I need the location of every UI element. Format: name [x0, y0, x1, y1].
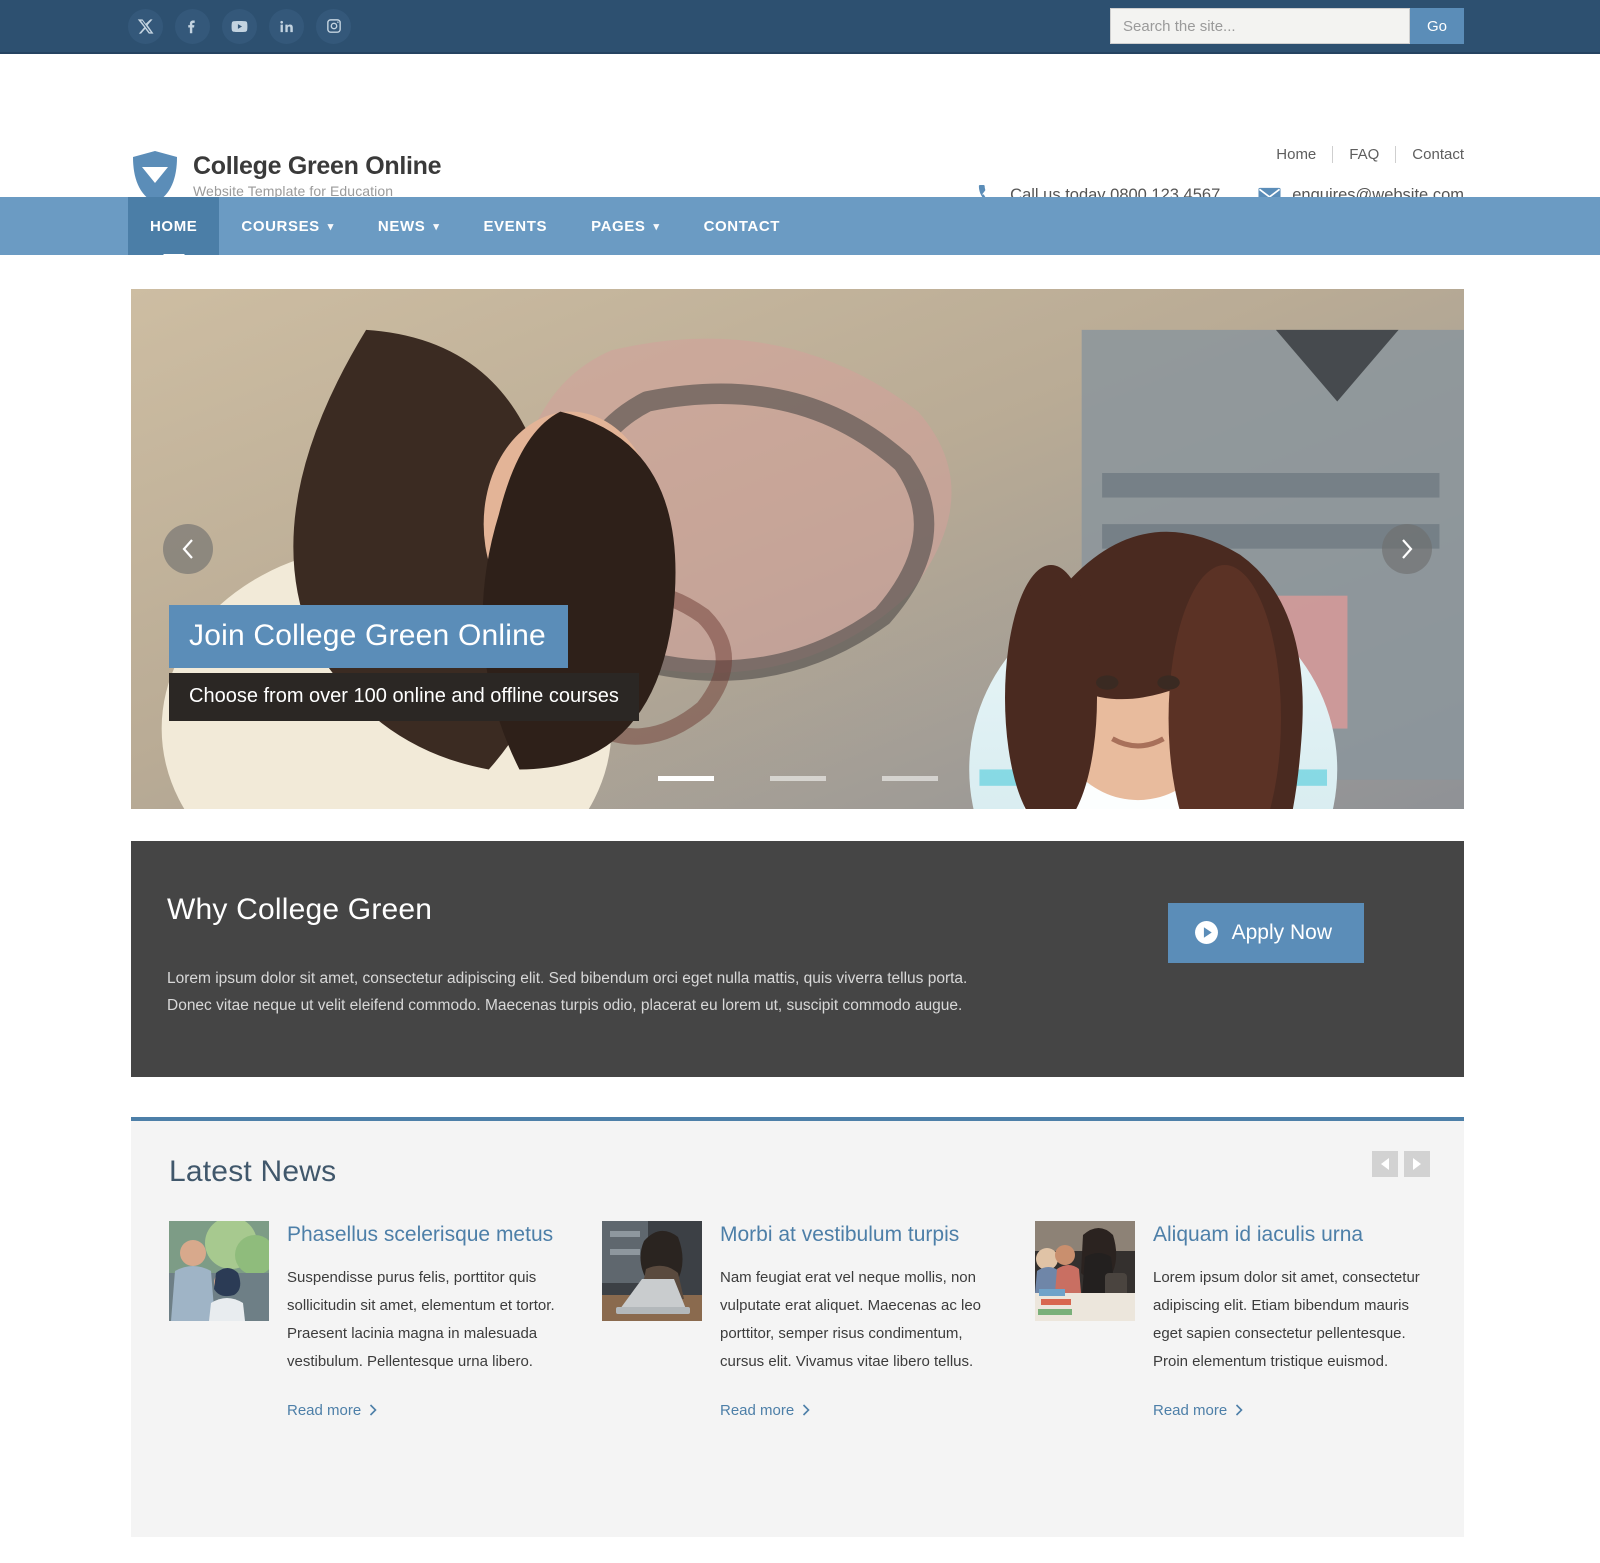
site-logo[interactable]: College Green Online Website Template fo… — [131, 150, 442, 204]
header-util-links: Home FAQ Contact — [1260, 146, 1464, 163]
instagram-icon[interactable] — [316, 8, 351, 44]
chevron-right-icon — [1402, 539, 1413, 559]
news-list: Phasellus scelerisque metus Suspendisse … — [169, 1221, 1430, 1419]
hero-slide-indicators — [131, 776, 1464, 781]
news-carousel-controls — [1372, 1151, 1430, 1178]
search-input[interactable] — [1110, 8, 1410, 44]
util-link-home[interactable]: Home — [1260, 146, 1332, 163]
chevron-down-icon: ▾ — [433, 220, 440, 233]
triangle-left-icon — [1381, 1158, 1389, 1171]
hero-image: EN TOMA — [131, 289, 1464, 809]
news-item-body: Phasellus scelerisque metus Suspendisse … — [287, 1221, 564, 1419]
nav-item-events[interactable]: EVENTS — [461, 197, 569, 255]
list-item: Aliquam id iaculis urna Lorem ipsum dolo… — [1035, 1221, 1430, 1419]
chevron-down-icon: ▾ — [653, 220, 660, 233]
nav-items: HOME COURSES ▾ NEWS ▾ EVENTS PAGES ▾ CON… — [128, 197, 802, 255]
nav-label: NEWS — [377, 217, 426, 235]
logo-title: College Green Online — [193, 152, 442, 180]
news-item-title[interactable]: Aliquam id iaculis urna — [1153, 1221, 1430, 1249]
apply-now-button[interactable]: Apply Now — [1167, 903, 1364, 963]
chevron-left-icon — [182, 539, 193, 559]
news-header: Latest News — [169, 1151, 1430, 1189]
hero-prev-button[interactable] — [163, 524, 213, 574]
news-next-button[interactable] — [1404, 1151, 1430, 1178]
list-item: Phasellus scelerisque metus Suspendisse … — [169, 1221, 564, 1419]
site-search: Go — [1110, 8, 1464, 44]
nav-item-news[interactable]: NEWS ▾ — [356, 197, 462, 255]
why-content: Why College Green Lorem ipsum dolor sit … — [167, 893, 1168, 1019]
triangle-right-icon — [1413, 1158, 1421, 1171]
nav-item-contact[interactable]: CONTACT — [682, 197, 802, 255]
news-thumbnail[interactable] — [602, 1221, 702, 1322]
chevron-right-icon — [370, 1404, 377, 1416]
youtube-icon[interactable] — [222, 8, 257, 44]
book-market-photo — [1035, 1221, 1135, 1322]
social-links — [128, 8, 351, 44]
news-item-text: Suspendisse purus felis, porttitor quis … — [287, 1269, 555, 1370]
hero-dot-3[interactable] — [881, 776, 938, 781]
hero-dot-2[interactable] — [769, 776, 826, 781]
hero-subtitle: Choose from over 100 online and offline … — [169, 673, 639, 721]
read-more-link[interactable]: Read more — [720, 1402, 810, 1419]
nav-label: CONTACT — [703, 217, 781, 235]
nav-label: COURSES — [241, 217, 320, 235]
news-item-title[interactable]: Morbi at vestibulum turpis — [720, 1221, 997, 1249]
read-more-link[interactable]: Read more — [1153, 1402, 1243, 1419]
hero-next-button[interactable] — [1382, 524, 1432, 574]
why-title: Why College Green — [167, 893, 433, 926]
news-section-title: Latest News — [169, 1155, 337, 1189]
list-item: Morbi at vestibulum turpis Nam feugiat e… — [602, 1221, 997, 1419]
why-college-green-panel: Why College Green Lorem ipsum dolor sit … — [131, 841, 1464, 1078]
news-item-body: Aliquam id iaculis urna Lorem ipsum dolo… — [1153, 1221, 1430, 1419]
util-link-contact[interactable]: Contact — [1396, 146, 1464, 163]
woman-with-laptop-photo — [602, 1221, 702, 1322]
facebook-icon[interactable] — [175, 8, 210, 44]
news-thumbnail[interactable] — [1035, 1221, 1135, 1322]
why-paragraph-2: Donec vitae neque ut velit eleifend comm… — [167, 997, 963, 1015]
news-thumbnail[interactable] — [169, 1221, 269, 1322]
news-item-title[interactable]: Phasellus scelerisque metus — [287, 1221, 564, 1249]
nav-label: HOME — [150, 217, 198, 235]
apply-now-label: Apply Now — [1231, 920, 1332, 944]
top-utility-bar: Go — [0, 0, 1600, 54]
hero-slider: EN TOMA — [131, 289, 1464, 809]
news-item-body: Morbi at vestibulum turpis Nam feugiat e… — [720, 1221, 997, 1419]
twitter-x-icon[interactable] — [128, 8, 163, 44]
nav-label: PAGES — [591, 217, 646, 235]
read-more-label: Read more — [287, 1401, 362, 1419]
read-more-label: Read more — [720, 1401, 795, 1419]
page-container: EN TOMA — [0, 289, 1600, 1538]
play-circle-icon — [1194, 921, 1218, 944]
news-item-text: Lorem ipsum dolor sit amet, consectetur … — [1153, 1269, 1420, 1370]
nav-item-home[interactable]: HOME — [128, 197, 220, 255]
nav-label: EVENTS — [483, 217, 548, 235]
chevron-down-icon: ▾ — [327, 220, 334, 233]
main-navigation: HOME COURSES ▾ NEWS ▾ EVENTS PAGES ▾ CON… — [0, 197, 1600, 255]
chevron-right-icon — [1236, 1404, 1243, 1416]
why-paragraph-1: Lorem ipsum dolor sit amet, consectetur … — [167, 970, 968, 987]
linkedin-icon[interactable] — [269, 8, 304, 44]
news-prev-button[interactable] — [1372, 1151, 1398, 1178]
hero-caption: Join College Green Online Choose from ov… — [169, 605, 639, 721]
shield-icon — [133, 151, 177, 203]
people-outdoors-photo — [169, 1221, 269, 1322]
hero-dot-1[interactable] — [657, 776, 714, 781]
read-more-link[interactable]: Read more — [287, 1402, 377, 1419]
hero-title: Join College Green Online — [169, 605, 568, 668]
site-header: College Green Online Website Template fo… — [0, 54, 1600, 206]
latest-news-section: Latest News Phasellus scelerisque metus … — [131, 1117, 1464, 1538]
read-more-label: Read more — [1153, 1401, 1228, 1419]
nav-item-pages[interactable]: PAGES ▾ — [569, 197, 682, 255]
news-item-text: Nam feugiat erat vel neque mollis, non v… — [720, 1269, 981, 1370]
chevron-right-icon — [803, 1404, 810, 1416]
util-link-faq[interactable]: FAQ — [1333, 146, 1395, 163]
nav-item-courses[interactable]: COURSES ▾ — [219, 197, 356, 255]
search-go-button[interactable]: Go — [1410, 8, 1464, 44]
